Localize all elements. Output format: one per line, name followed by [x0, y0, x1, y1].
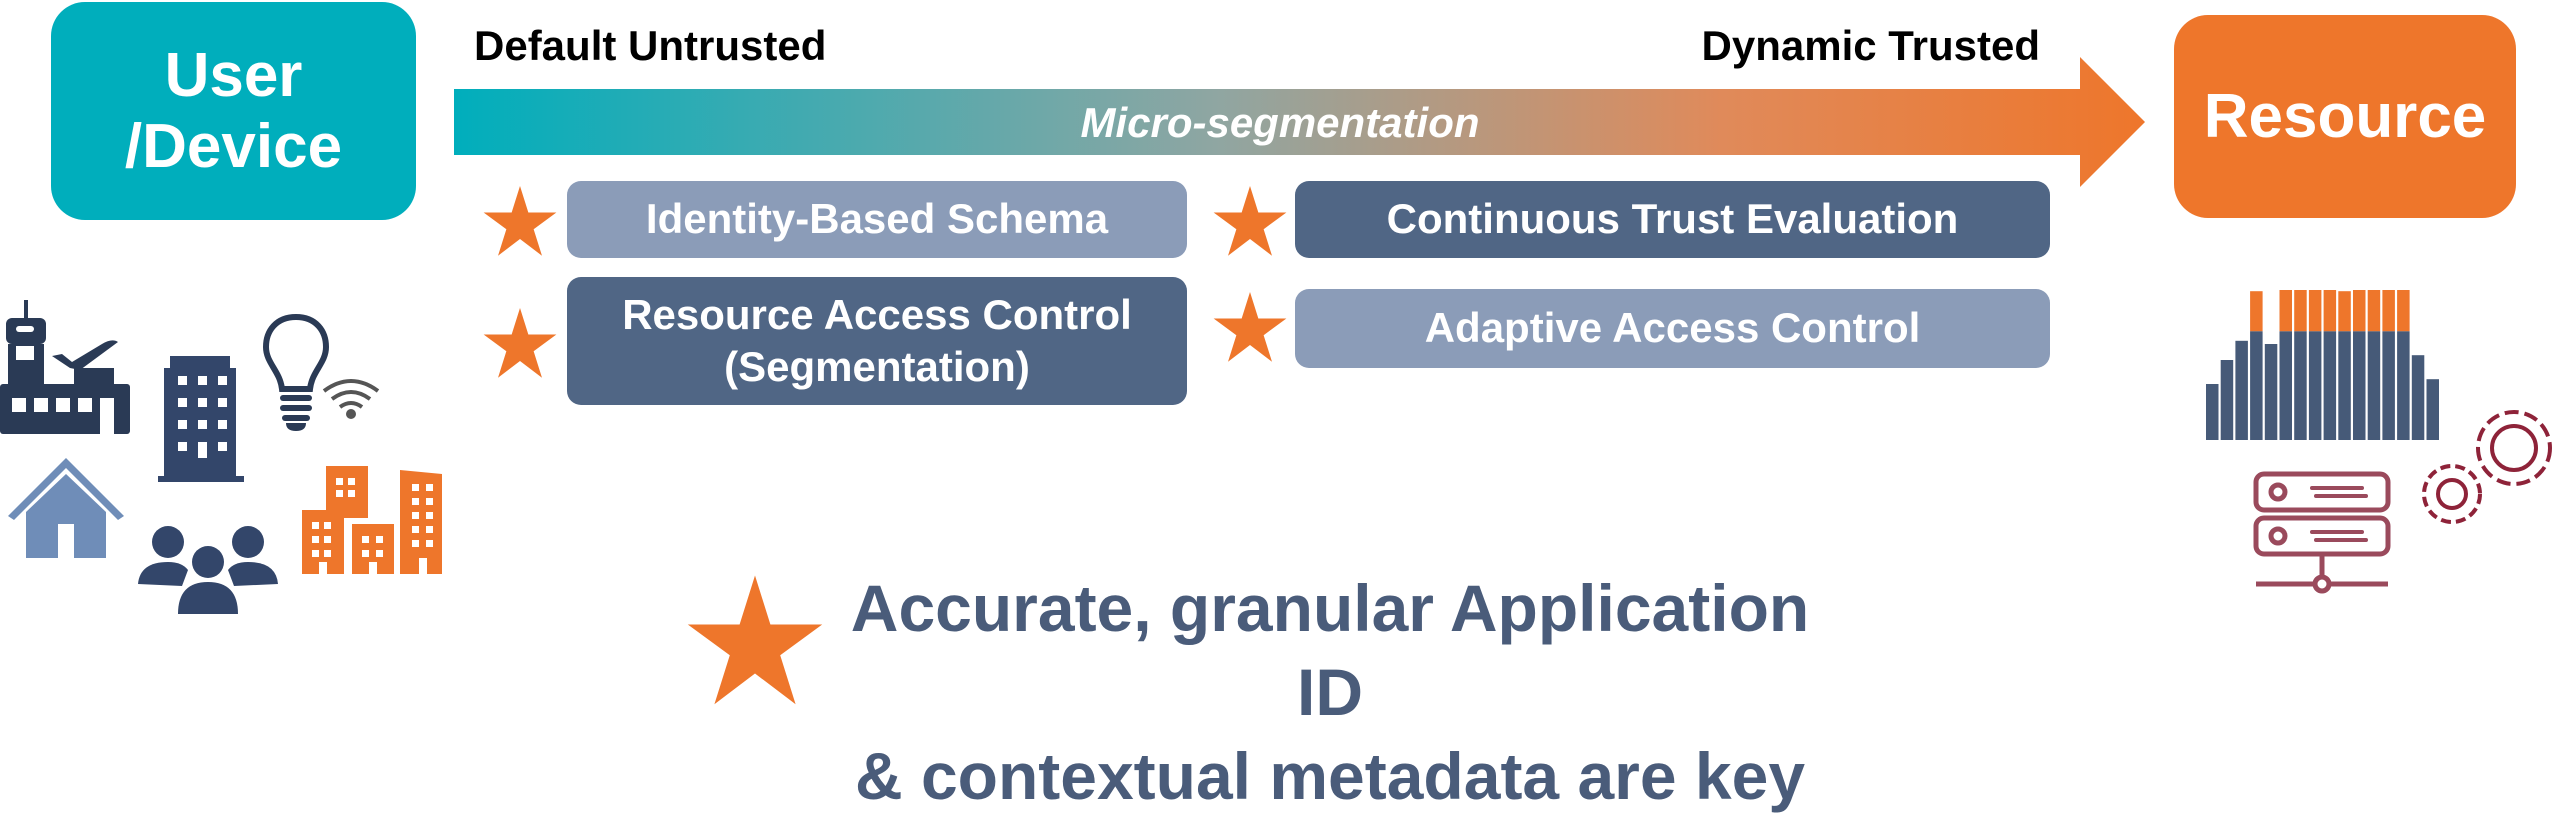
home-icon — [8, 458, 124, 558]
key-star-icon — [687, 575, 823, 705]
bar-segment — [2250, 331, 2263, 440]
key-message-line1: Accurate, granular Application ID — [850, 571, 1810, 729]
user-device-label-line1: User — [164, 40, 303, 110]
office-building-icon — [158, 356, 244, 482]
bar-segment — [2235, 340, 2248, 440]
bar-segment — [2382, 290, 2395, 332]
server-icon — [2253, 471, 2391, 594]
identity-based-schema-box: Identity-Based Schema — [567, 181, 1187, 258]
bar-segment — [2338, 331, 2351, 440]
bar-segment — [2323, 290, 2337, 332]
bar-segment — [2353, 290, 2366, 332]
wifi-icon — [322, 379, 380, 419]
key-message: Accurate, granular Application ID & cont… — [840, 566, 1820, 818]
bar-segment — [2279, 331, 2292, 440]
bar-segment — [2308, 331, 2322, 440]
city-buildings-icon — [302, 466, 442, 574]
bar-segment — [2294, 290, 2307, 332]
micro-segmentation-label: Micro-segmentation — [1080, 99, 1480, 146]
resource-access-control-box: Resource Access Control (Segmentation) — [567, 277, 1187, 405]
continuous-trust-evaluation-box: Continuous Trust Evaluation — [1295, 181, 2050, 258]
bar-segment — [2250, 291, 2263, 332]
user-device-label-line2: /Device — [124, 112, 343, 181]
bar-segment — [2353, 331, 2366, 440]
bar-segment — [2220, 360, 2234, 440]
adaptive-access-control-box: Adaptive Access Control — [1295, 289, 2050, 368]
bar-segment — [2397, 331, 2410, 440]
star-icon — [1213, 186, 1287, 256]
resource-box: Resource — [2174, 15, 2516, 218]
key-message-line2: & contextual metadata are key — [854, 739, 1806, 813]
segmentation-label: (Segmentation) — [724, 343, 1030, 390]
star-icon — [483, 308, 557, 378]
airport-icon — [0, 300, 130, 434]
resource-access-control-label: Resource Access Control — [622, 290, 1132, 338]
bar-segment — [2382, 331, 2395, 440]
bar-segment — [2397, 290, 2410, 332]
stacked-bar-chart-icon — [2206, 290, 2439, 440]
bar-segment — [2367, 290, 2381, 332]
gears-icon — [2422, 410, 2552, 524]
user-device-box: User /Device — [51, 2, 416, 220]
people-group-icon — [138, 526, 278, 614]
bar-segment — [2323, 331, 2337, 440]
bar-segment — [2206, 384, 2219, 440]
bar-segment — [2279, 290, 2292, 332]
bar-segment — [2308, 290, 2322, 332]
bar-segment — [2338, 291, 2351, 332]
star-icon — [483, 186, 557, 256]
star-icon — [1213, 292, 1287, 362]
bar-segment — [2264, 344, 2278, 440]
bar-segment — [2367, 331, 2381, 440]
bar-segment — [2294, 331, 2307, 440]
